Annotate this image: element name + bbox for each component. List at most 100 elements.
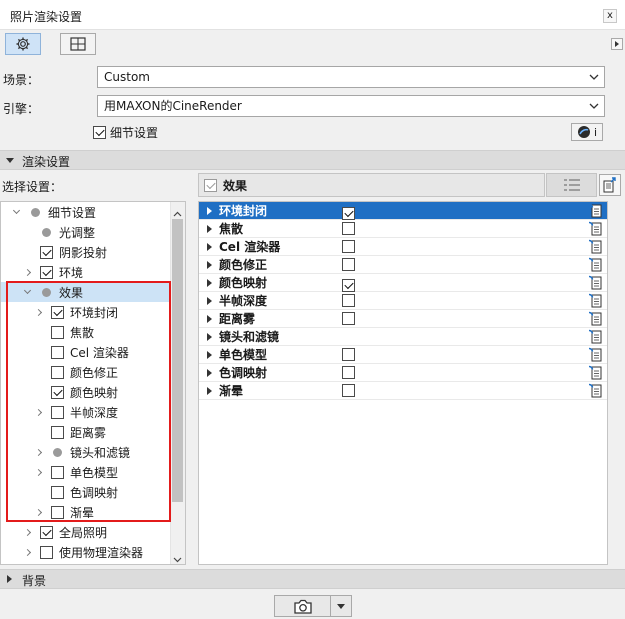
preset-doc-icon[interactable]: [588, 365, 602, 380]
effect-checkbox[interactable]: [342, 312, 355, 325]
close-button[interactable]: x: [603, 9, 617, 23]
size-tab-button[interactable]: [60, 33, 96, 55]
render-settings-title: 渲染设置: [22, 155, 71, 169]
engine-value: 用MAXON的CineRender: [104, 99, 242, 113]
effect-checkbox[interactable]: [342, 366, 355, 379]
preset-doc-icon[interactable]: [588, 275, 602, 290]
preset-doc-icon[interactable]: [588, 383, 602, 398]
detail-settings-toggle[interactable]: 细节设置: [93, 124, 158, 141]
expand-icon: [7, 575, 12, 583]
preset-doc-icon[interactable]: [588, 221, 602, 236]
tree-item[interactable]: 光调整: [1, 222, 169, 242]
effect-row[interactable]: 颜色修正: [199, 256, 607, 274]
preset-doc-icon[interactable]: [588, 257, 602, 272]
scene-select[interactable]: Custom: [97, 66, 605, 88]
effect-checkbox[interactable]: [342, 348, 355, 361]
frame-size-icon: [70, 37, 86, 51]
effect-row[interactable]: 镜头和滤镜: [199, 328, 607, 346]
scroll-down-icon[interactable]: [173, 557, 182, 563]
effect-checkbox[interactable]: [342, 207, 355, 220]
effect-row[interactable]: 色调映射: [199, 364, 607, 382]
tree-item[interactable]: 使用物理渲染器: [1, 542, 169, 562]
effect-row[interactable]: 环境封闭: [199, 202, 607, 220]
effect-checkbox[interactable]: [342, 258, 355, 271]
chevron-down-icon[interactable]: [12, 206, 20, 215]
preset-doc-icon[interactable]: [588, 203, 602, 218]
expand-icon[interactable]: [207, 206, 212, 215]
effect-checkbox[interactable]: [342, 240, 355, 253]
tree-item[interactable]: 全局照明: [1, 522, 169, 542]
effect-label: 距离雾: [219, 312, 256, 326]
gear-icon: [16, 37, 30, 51]
detail-settings-checkbox[interactable]: [93, 126, 106, 139]
list-icon: [563, 179, 580, 191]
engine-select[interactable]: 用MAXON的CineRender: [97, 95, 605, 117]
scroll-up-icon[interactable]: [173, 211, 182, 217]
chevron-right-icon[interactable]: [23, 528, 31, 536]
chevron-down-icon: [337, 603, 345, 609]
engine-label: 引擎：: [3, 102, 40, 116]
expand-icon[interactable]: [207, 278, 212, 287]
tree-item-label: 光调整: [59, 225, 96, 240]
render-button[interactable]: [275, 596, 331, 616]
list-view-button[interactable]: [546, 173, 597, 197]
window-title: 照片渲染设置: [10, 10, 83, 24]
settings-tab-button[interactable]: [5, 33, 41, 55]
tree-scroll-thumb[interactable]: [172, 219, 183, 502]
expand-icon[interactable]: [207, 386, 212, 395]
mixed-state-icon: [42, 227, 51, 237]
expand-icon[interactable]: [207, 260, 212, 269]
title-bar: 照片渲染设置 x: [0, 0, 625, 30]
effect-row[interactable]: 颜色映射: [199, 274, 607, 292]
expand-icon[interactable]: [207, 350, 212, 359]
effect-label: 渐晕: [219, 384, 244, 398]
tree-item-label: 阴影投射: [59, 245, 108, 260]
effect-label: 半帧深度: [219, 294, 268, 308]
render-settings-header[interactable]: 渲染设置: [0, 150, 625, 170]
expand-icon[interactable]: [207, 296, 212, 305]
effect-row[interactable]: 距离雾: [199, 310, 607, 328]
tree-item[interactable]: 环境: [1, 262, 169, 282]
effect-row[interactable]: 单色模型: [199, 346, 607, 364]
effect-row[interactable]: 半帧深度: [199, 292, 607, 310]
preset-doc-icon[interactable]: [588, 293, 602, 308]
chevron-right-icon[interactable]: [23, 548, 31, 556]
effect-label: 单色模型: [219, 348, 268, 362]
close-icon: x: [607, 10, 613, 21]
background-header[interactable]: 背景: [0, 569, 625, 589]
tree-item[interactable]: 阴影投射: [1, 242, 169, 262]
chevron-right-icon[interactable]: [23, 268, 31, 276]
effects-list[interactable]: 环境封闭 焦散 Cel 渲染器 颜色修正 颜色映射半帧深度距离雾镜头和滤镜单色模型色调映…: [198, 201, 608, 565]
export-button[interactable]: [599, 174, 621, 196]
preset-doc-icon[interactable]: [588, 347, 602, 362]
expand-toolbar-button[interactable]: [611, 38, 623, 50]
expand-icon[interactable]: [207, 368, 212, 377]
tree-checkbox[interactable]: [40, 525, 53, 539]
tree-checkbox[interactable]: [40, 245, 53, 259]
tree-item[interactable]: 细节设置: [1, 202, 169, 222]
tree-item-label: 使用物理渲染器: [59, 545, 144, 560]
export-doc-icon: [603, 177, 616, 193]
expand-icon[interactable]: [207, 242, 212, 251]
expand-icon[interactable]: [207, 314, 212, 323]
expand-icon[interactable]: [207, 224, 212, 233]
preset-doc-icon[interactable]: [588, 329, 602, 344]
detail-settings-label: 细节设置: [110, 126, 159, 140]
render-options-dropdown[interactable]: [331, 603, 351, 609]
effect-header-checkbox[interactable]: [204, 178, 217, 192]
effect-checkbox[interactable]: [342, 294, 355, 307]
tree-checkbox[interactable]: [40, 265, 53, 279]
engine-info-button[interactable]: i: [571, 123, 603, 141]
preset-doc-icon[interactable]: [588, 311, 602, 326]
effect-row[interactable]: 渐晕: [199, 382, 607, 400]
effect-checkbox[interactable]: [342, 222, 355, 235]
expand-icon[interactable]: [207, 332, 212, 341]
effect-row[interactable]: Cel 渲染器: [199, 238, 607, 256]
effect-row[interactable]: 焦散: [199, 220, 607, 238]
info-label: i: [593, 125, 598, 139]
effect-checkbox[interactable]: [342, 279, 355, 292]
tree-checkbox[interactable]: [40, 545, 53, 559]
preset-doc-icon[interactable]: [588, 239, 602, 254]
render-button-group[interactable]: [274, 595, 352, 617]
effect-checkbox[interactable]: [342, 384, 355, 397]
